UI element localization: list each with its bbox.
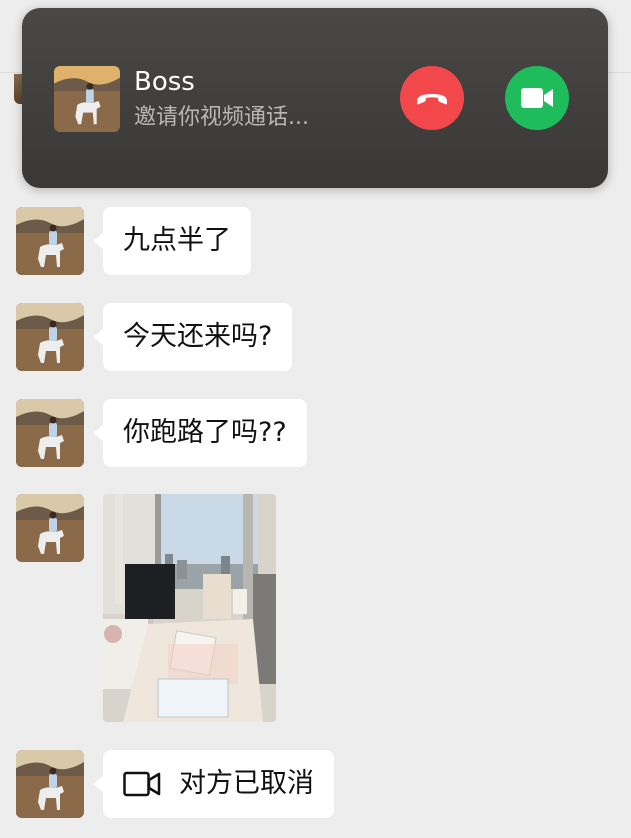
sender-avatar[interactable]: [16, 207, 84, 275]
video-call-icon: [521, 88, 553, 108]
avatar-image: [16, 207, 84, 275]
video-camera-icon: [123, 771, 161, 797]
message-bubble[interactable]: 你跑路了吗??: [93, 399, 307, 467]
caller-avatar: [54, 66, 120, 132]
avatar-image: [16, 494, 84, 562]
desk-photo: [103, 494, 276, 722]
call-record-bubble[interactable]: 对方已取消: [93, 750, 334, 818]
caller-name: Boss: [134, 67, 195, 97]
accept-video-call-button[interactable]: [505, 66, 569, 130]
photo-message[interactable]: [103, 494, 276, 722]
message-text: 九点半了: [123, 225, 231, 256]
decline-call-button[interactable]: [400, 66, 464, 130]
hang-up-icon: [417, 94, 447, 105]
call-record-text: 对方已取消: [179, 768, 314, 799]
message-bubble[interactable]: 今天还来吗?: [92, 303, 293, 371]
avatar-image: [16, 750, 84, 818]
call-status: 邀请你视频通话...: [134, 105, 309, 130]
sender-avatar[interactable]: [16, 303, 84, 371]
message-text: 今天还来吗?: [123, 321, 273, 352]
avatar-image: [16, 303, 84, 371]
incoming-call-banner[interactable]: Boss 邀请你视频通话...: [22, 8, 608, 188]
avatar-image: [16, 399, 84, 467]
sender-avatar[interactable]: [16, 399, 84, 467]
message-text: 你跑路了吗??: [123, 417, 287, 448]
message-bubble[interactable]: 九点半了: [93, 207, 251, 275]
sender-avatar[interactable]: [16, 494, 84, 562]
sender-avatar[interactable]: [16, 750, 84, 818]
